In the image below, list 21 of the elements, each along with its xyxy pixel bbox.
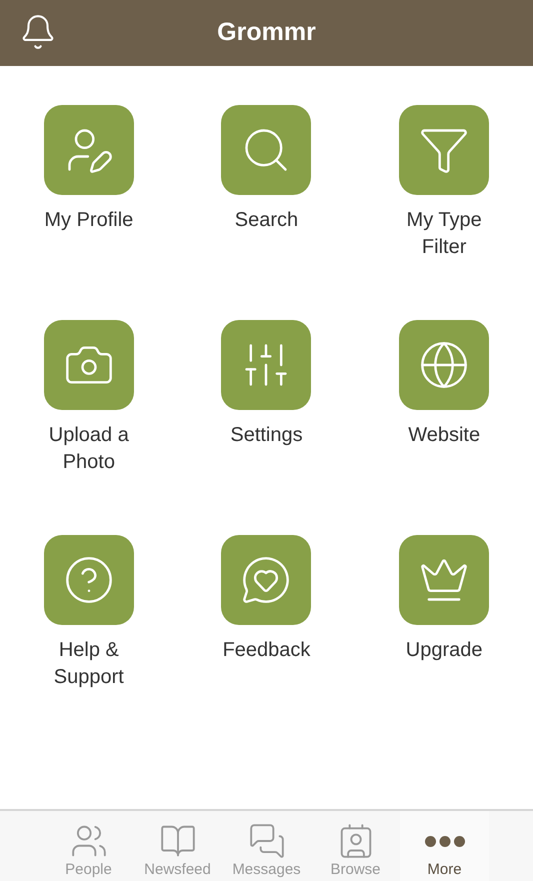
tile-label: Feedback xyxy=(222,638,310,663)
menu-tile[interactable]: Feedback xyxy=(178,535,356,750)
chat-bubbles-icon xyxy=(248,822,286,860)
tile-label: Upload a Photo xyxy=(48,423,130,475)
more-icon xyxy=(424,836,464,846)
menu-tile[interactable]: Help & Support xyxy=(0,535,178,750)
menu-tile[interactable]: Search xyxy=(178,105,356,320)
menu-tile[interactable]: Website xyxy=(355,320,533,535)
tile-label: Search xyxy=(234,208,298,233)
menu-tile[interactable]: Settings xyxy=(178,320,356,535)
menu-tile[interactable]: My Profile xyxy=(0,105,178,320)
menu-tile[interactable]: Upload a Photo xyxy=(0,320,178,535)
tile-label: Upgrade xyxy=(406,638,483,663)
tile-label: Help & Support xyxy=(52,638,125,690)
menu-tile[interactable]: My Type Filter xyxy=(355,105,533,320)
tile-label: My Profile xyxy=(44,208,134,233)
app-title: Grommr xyxy=(217,17,316,48)
menu-tile[interactable]: Upgrade xyxy=(355,535,533,750)
tile-label: Settings xyxy=(230,423,303,448)
tile-label: My Type Filter xyxy=(406,208,483,260)
tile-label: Website xyxy=(408,423,480,448)
